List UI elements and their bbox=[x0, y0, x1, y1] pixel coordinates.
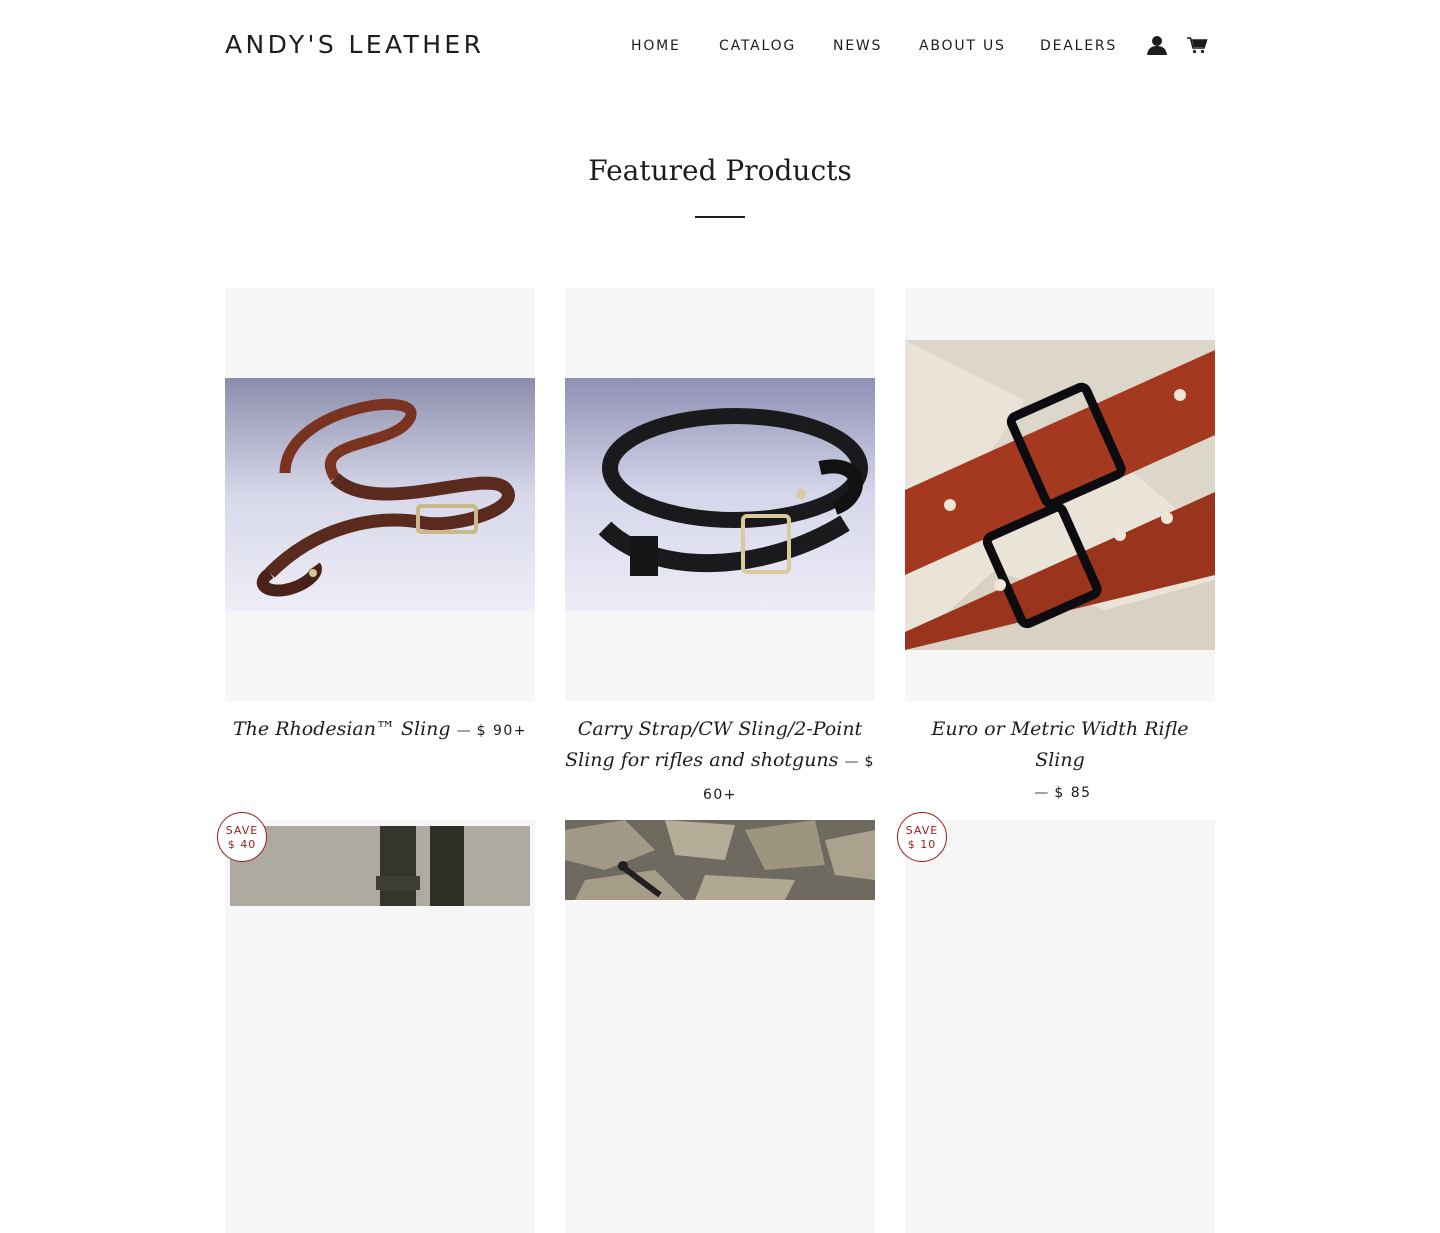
account-icon[interactable] bbox=[1146, 34, 1168, 56]
product-info: The Rhodesian™ Sling — $ 90+ bbox=[225, 714, 535, 747]
sale-badge-label: SAVE bbox=[905, 824, 939, 837]
sale-badge: SAVE $ 10 bbox=[897, 812, 947, 862]
product-image[interactable] bbox=[225, 378, 535, 611]
sale-badge-amount: $ 10 bbox=[907, 838, 937, 851]
product-image-frame[interactable] bbox=[905, 288, 1215, 701]
product-image[interactable] bbox=[905, 340, 1215, 650]
product-image-frame[interactable] bbox=[565, 820, 875, 1233]
sale-badge-amount: $ 40 bbox=[227, 838, 257, 851]
price-separator: — bbox=[456, 723, 471, 739]
price-separator: — bbox=[844, 754, 859, 770]
product-image-frame[interactable] bbox=[565, 288, 875, 701]
product-image-frame[interactable] bbox=[225, 820, 535, 1233]
product-info: Euro or Metric Width Rifle Sling — $ 85 bbox=[905, 714, 1215, 809]
product-info: Carry Strap/CW Sling/2-Point Sling for r… bbox=[565, 714, 875, 811]
sale-badge: SAVE $ 40 bbox=[217, 812, 267, 862]
product-name[interactable]: Carry Strap/CW Sling/2-Point Sling for r… bbox=[565, 718, 862, 771]
product-image[interactable] bbox=[565, 820, 875, 900]
nav-catalog[interactable]: CATALOG bbox=[719, 38, 796, 54]
main-nav: HOME CATALOG NEWS ABOUT US DEALERS bbox=[0, 38, 1440, 58]
nav-dealers[interactable]: DEALERS bbox=[1040, 38, 1117, 54]
product-image[interactable] bbox=[565, 378, 875, 611]
product-image-frame[interactable] bbox=[905, 820, 1215, 1233]
product-name[interactable]: Euro or Metric Width Rifle Sling bbox=[931, 718, 1188, 771]
cart-icon[interactable] bbox=[1186, 34, 1208, 56]
product-price: $ 85 bbox=[1054, 785, 1092, 801]
featured-products-heading: Featured Products bbox=[588, 154, 852, 187]
product-image-frame[interactable] bbox=[225, 288, 535, 701]
site-header: ANDY'S LEATHER HOME CATALOG NEWS ABOUT U… bbox=[0, 0, 1440, 92]
nav-news[interactable]: NEWS bbox=[833, 38, 882, 54]
title-divider bbox=[695, 216, 745, 218]
price-separator: — bbox=[1034, 785, 1049, 801]
nav-home[interactable]: HOME bbox=[631, 38, 681, 54]
sale-badge-label: SAVE bbox=[225, 824, 259, 837]
product-image[interactable] bbox=[230, 826, 530, 906]
product-name[interactable]: The Rhodesian™ Sling bbox=[233, 718, 451, 740]
product-price: $ 90+ bbox=[476, 723, 527, 739]
nav-about-us[interactable]: ABOUT US bbox=[919, 38, 1006, 54]
